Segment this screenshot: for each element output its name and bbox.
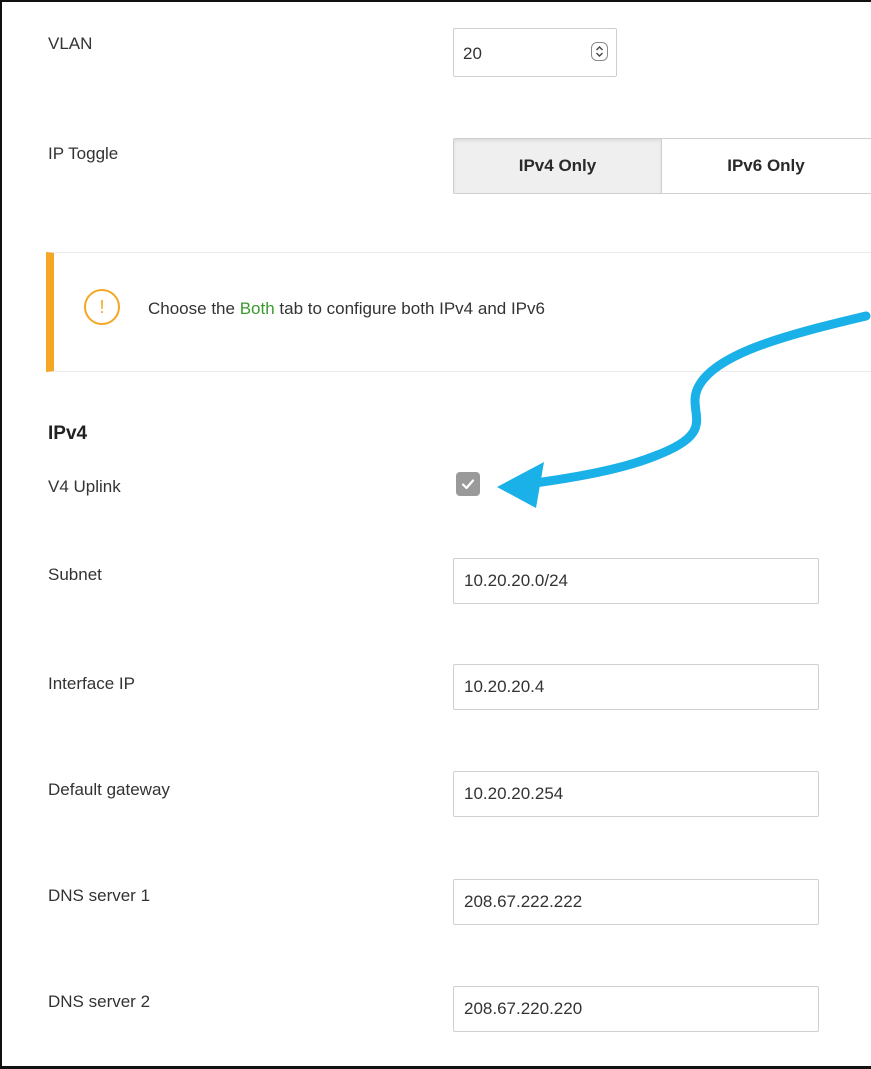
notice-text-after: tab to configure both IPv4 and IPv6 [274, 299, 545, 318]
dns-server-2-label: DNS server 2 [48, 992, 151, 1011]
vlan-label: VLAN [48, 34, 93, 53]
spinner-icon[interactable] [591, 42, 608, 61]
v4-uplink-checkbox[interactable] [456, 472, 480, 496]
exclamation-circle-icon: ! [84, 289, 120, 325]
dns-server-1-input[interactable]: 208.67.222.222 [453, 879, 819, 925]
interface-ip-label: Interface IP [48, 674, 135, 693]
subnet-label: Subnet [48, 565, 102, 584]
ipv4-section-title: IPv4 [48, 423, 88, 444]
info-notice: ! Choose the Both tab to configure both … [46, 252, 871, 372]
notice-text: Choose the Both tab to configure both IP… [148, 299, 545, 319]
vlan-number-input[interactable]: 20 [453, 28, 617, 77]
vlan-value: 20 [463, 44, 482, 63]
ip-toggle-group: IPv4 Only IPv6 Only [453, 138, 871, 194]
dns-server-1-label: DNS server 1 [48, 886, 151, 905]
interface-ip-input[interactable]: 10.20.20.4 [453, 664, 819, 710]
ip-toggle-label: IP Toggle [48, 144, 119, 163]
notice-text-before: Choose the [148, 299, 240, 318]
dns-server-2-input[interactable]: 208.67.220.220 [453, 986, 819, 1032]
notice-both-link[interactable]: Both [240, 299, 275, 318]
v4-uplink-label: V4 Uplink [48, 477, 121, 496]
checkmark-icon [461, 479, 475, 490]
ipv6-only-tab[interactable]: IPv6 Only [662, 139, 870, 193]
subnet-input[interactable]: 10.20.20.0/24 [453, 558, 819, 604]
default-gateway-input[interactable]: 10.20.20.254 [453, 771, 819, 817]
ipv4-only-tab[interactable]: IPv4 Only [454, 139, 662, 193]
default-gateway-label: Default gateway [48, 780, 170, 799]
